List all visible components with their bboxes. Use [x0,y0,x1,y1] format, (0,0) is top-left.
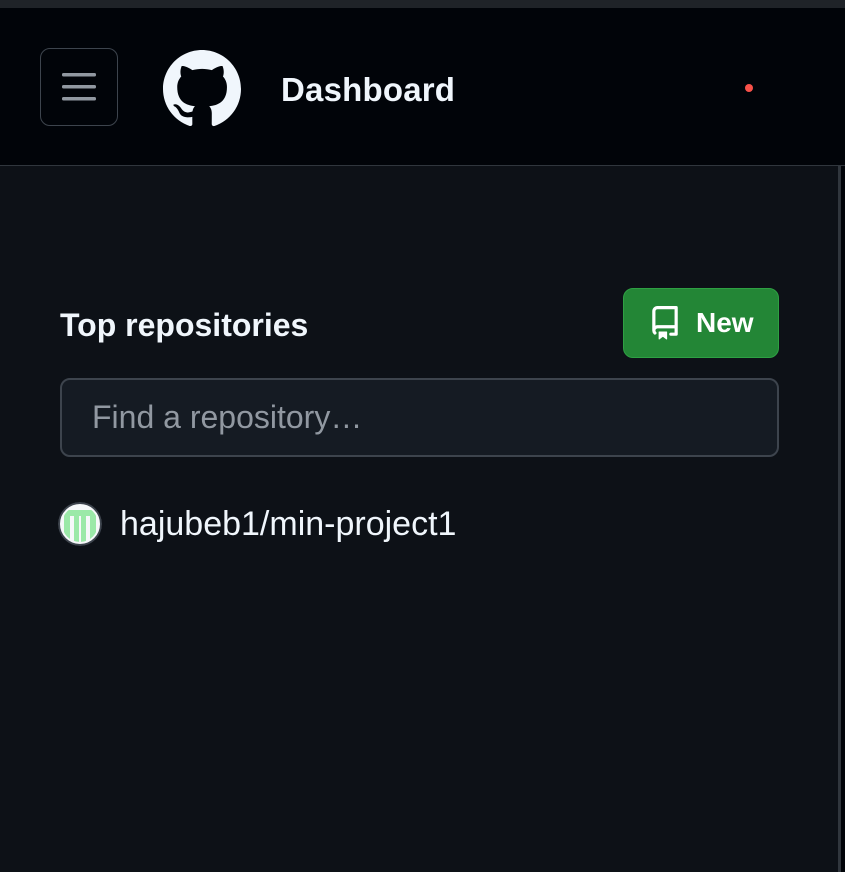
repository-separator: / [259,505,270,543]
top-repositories-heading: Top repositories [60,307,309,343]
menu-button[interactable] [40,48,118,126]
repository-link[interactable]: hajubeb1/min-project1 [120,504,456,544]
repository-owner: hajubeb1 [120,505,260,543]
app-header: Dashboard [0,8,845,166]
new-button-label: New [696,307,754,338]
repo-icon [652,306,678,340]
repository-list-item[interactable]: hajubeb1/min-project1 [58,500,456,548]
repository-name: min-project1 [269,505,457,543]
notification-indicator[interactable] [745,84,753,92]
content-edge [841,166,845,872]
hamburger-icon [62,73,96,101]
owner-avatar [58,502,102,546]
window-top-strip [0,0,845,8]
page-title: Dashboard [281,71,456,108]
github-logo-icon[interactable] [163,50,241,128]
new-repository-button[interactable]: New [623,288,779,358]
identicon-avatar [58,502,102,546]
find-repository-input[interactable] [60,378,779,457]
